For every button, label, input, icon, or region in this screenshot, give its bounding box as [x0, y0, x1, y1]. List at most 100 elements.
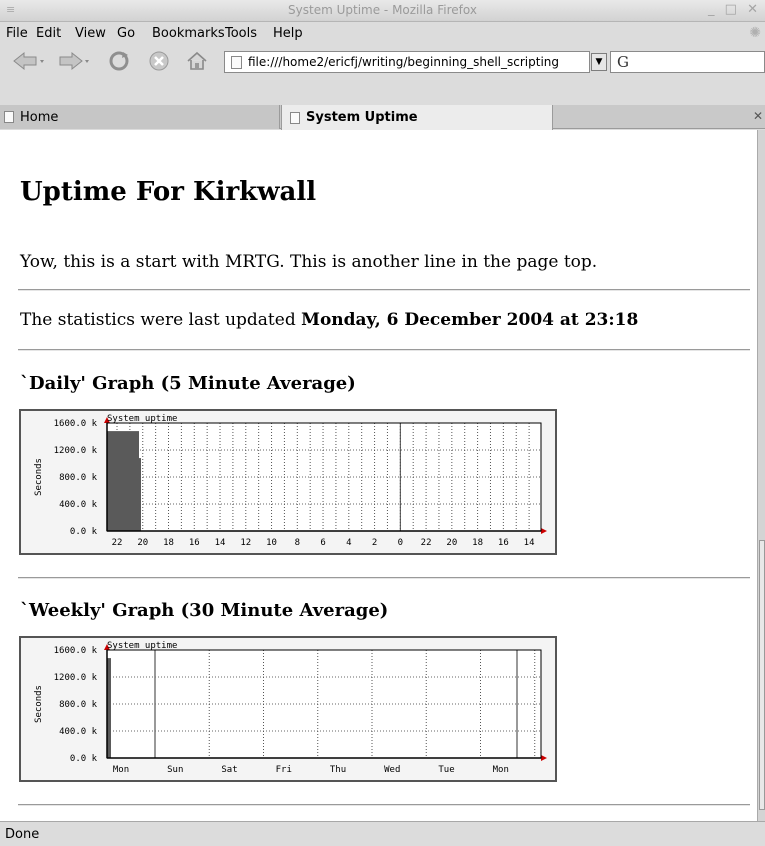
stop-button[interactable]	[144, 49, 174, 73]
back-button[interactable]	[10, 49, 50, 73]
x-axis-arrow	[541, 528, 547, 534]
tab-label: Home	[20, 109, 59, 125]
url-text: file:///home2/ericfj/writing/beginning_s…	[248, 55, 560, 69]
x-tick-label: Thu	[330, 765, 346, 775]
menu-view[interactable]: View	[75, 26, 106, 41]
menu-bookmarks[interactable]: Bookmarks	[152, 26, 225, 41]
menu-go[interactable]: Go	[117, 26, 135, 41]
stop-icon	[149, 51, 169, 71]
daily-graph-heading: `Daily' Graph (5 Minute Average)	[20, 373, 356, 394]
x-axis-arrow	[541, 755, 547, 761]
x-tick-label: Tue	[438, 765, 454, 775]
x-tick-label: 4	[346, 538, 351, 548]
x-tick-label: 10	[266, 538, 277, 548]
y-tick-label: 400.0 k	[59, 500, 98, 510]
x-tick-label: 20	[446, 538, 457, 548]
y-tick-label: 1600.0 k	[54, 419, 98, 429]
scrollbar-thumb[interactable]	[759, 540, 765, 810]
reload-icon	[109, 51, 129, 71]
weekly-graph: 0.0 k 400.0 k 800.0 k 1200.0 k 1600.0 k Mon Su…	[19, 636, 557, 782]
url-field[interactable]: file:///home2/ericfj/writing/beginning_s…	[224, 51, 590, 73]
menu-help[interactable]: Help	[273, 26, 303, 41]
tab-home[interactable]: Home	[0, 105, 280, 129]
x-tick-label: Fri	[276, 765, 292, 775]
intro-text: Yow, this is a start with MRTG. This is …	[20, 252, 598, 272]
y-tick-label: 0.0 k	[70, 754, 98, 764]
x-tick-label: 22	[112, 538, 123, 548]
x-tick-label: Mon	[113, 765, 129, 775]
last-updated-text: The statistics were last updated Monday,…	[20, 310, 638, 330]
last-updated-value: Monday, 6 December 2004 at 23:18	[301, 310, 639, 330]
y-tick-label: 800.0 k	[59, 700, 98, 710]
y-axis-label: Seconds	[34, 685, 44, 723]
menubar: File Edit View Go Bookmarks Tools Help ✺	[0, 23, 765, 45]
series-area-edge	[139, 458, 141, 531]
chart-title: System uptime	[107, 414, 177, 424]
daily-graph: 0.0 k 400.0 k 800.0 k 1200.0 k 1600.0 k 22 20 1…	[19, 409, 557, 555]
divider	[18, 289, 750, 291]
back-arrow-icon	[13, 51, 44, 71]
x-tick-label: Wed	[384, 765, 400, 775]
page-icon	[231, 55, 242, 69]
tab-label: System Uptime	[306, 110, 418, 125]
menu-edit[interactable]: Edit	[36, 26, 61, 41]
weekly-graph-heading: `Weekly' Graph (30 Minute Average)	[20, 600, 389, 621]
x-tick-label: Sat	[221, 765, 237, 775]
divider	[18, 349, 750, 351]
y-axis-label: Seconds	[34, 458, 44, 496]
x-tick-label: 14	[215, 538, 226, 548]
tab-system-uptime[interactable]: System Uptime	[281, 105, 553, 130]
x-tick-label: Sun	[167, 765, 183, 775]
series-area	[107, 431, 139, 531]
y-tick-label: 400.0 k	[59, 727, 98, 737]
x-tick-label: 18	[163, 538, 174, 548]
weekly-graph-svg: 0.0 k 400.0 k 800.0 k 1200.0 k 1600.0 k Mon Su…	[34, 641, 547, 775]
x-tick-label: Mon	[493, 765, 509, 775]
search-field[interactable]: G	[610, 51, 765, 73]
page-icon	[4, 111, 14, 123]
chart-title: System uptime	[107, 641, 177, 651]
navigation-toolbar: file:///home2/ericfj/writing/beginning_s…	[0, 45, 765, 78]
y-tick-label: 0.0 k	[70, 527, 98, 537]
google-search-icon[interactable]: G	[617, 53, 629, 71]
x-tick-label: 16	[189, 538, 200, 548]
status-bar: Done	[0, 821, 765, 846]
window-title: System Uptime - Mozilla Firefox	[288, 3, 477, 17]
home-button[interactable]	[182, 49, 212, 73]
x-tick-label: 22	[421, 538, 432, 548]
x-tick-label: 6	[320, 538, 325, 548]
y-tick-label: 800.0 k	[59, 473, 98, 483]
window-controls[interactable]: _ □ ✕	[708, 2, 761, 17]
tab-bar: Home System Uptime ✕	[0, 105, 765, 130]
x-tick-label: 2	[372, 538, 377, 548]
menu-tools[interactable]: Tools	[225, 26, 257, 41]
vertical-scrollbar[interactable]	[757, 130, 765, 821]
y-tick-label: 1200.0 k	[54, 446, 98, 456]
daily-graph-svg: 0.0 k400.0 k800.0 k1200.0 k1600.0 k22 20 1…	[34, 414, 547, 548]
url-dropdown-button[interactable]: ▼	[591, 53, 607, 71]
x-tick-label: 18	[472, 538, 483, 548]
forward-arrow-icon	[59, 51, 89, 71]
status-text: Done	[5, 827, 40, 842]
last-updated-label: The statistics were last updated	[20, 310, 296, 330]
close-tab-icon[interactable]: ✕	[753, 109, 763, 123]
menu-file[interactable]: File	[6, 26, 28, 41]
page-icon	[290, 111, 300, 124]
home-icon	[187, 51, 207, 70]
throbber-icon: ✺	[749, 25, 761, 41]
x-tick-label: 16	[498, 538, 509, 548]
x-tick-label: 12	[240, 538, 251, 548]
page-content: Uptime For Kirkwall Yow, this is a start…	[0, 130, 757, 821]
x-tick-label: 8	[295, 538, 300, 548]
divider	[18, 804, 750, 806]
x-tick-label: 0	[398, 538, 403, 548]
page-title: Uptime For Kirkwall	[20, 177, 317, 207]
reload-button[interactable]	[104, 49, 134, 73]
x-tick-label: 20	[137, 538, 148, 548]
chevron-down-icon: ▼	[595, 57, 603, 67]
forward-button[interactable]	[54, 49, 94, 73]
y-tick-label: 1200.0 k	[54, 673, 98, 683]
y-tick-label: 1600.0 k	[54, 646, 98, 656]
x-tick-label: 14	[524, 538, 535, 548]
window-titlebar: ≡ System Uptime - Mozilla Firefox _ □ ✕	[0, 0, 765, 22]
